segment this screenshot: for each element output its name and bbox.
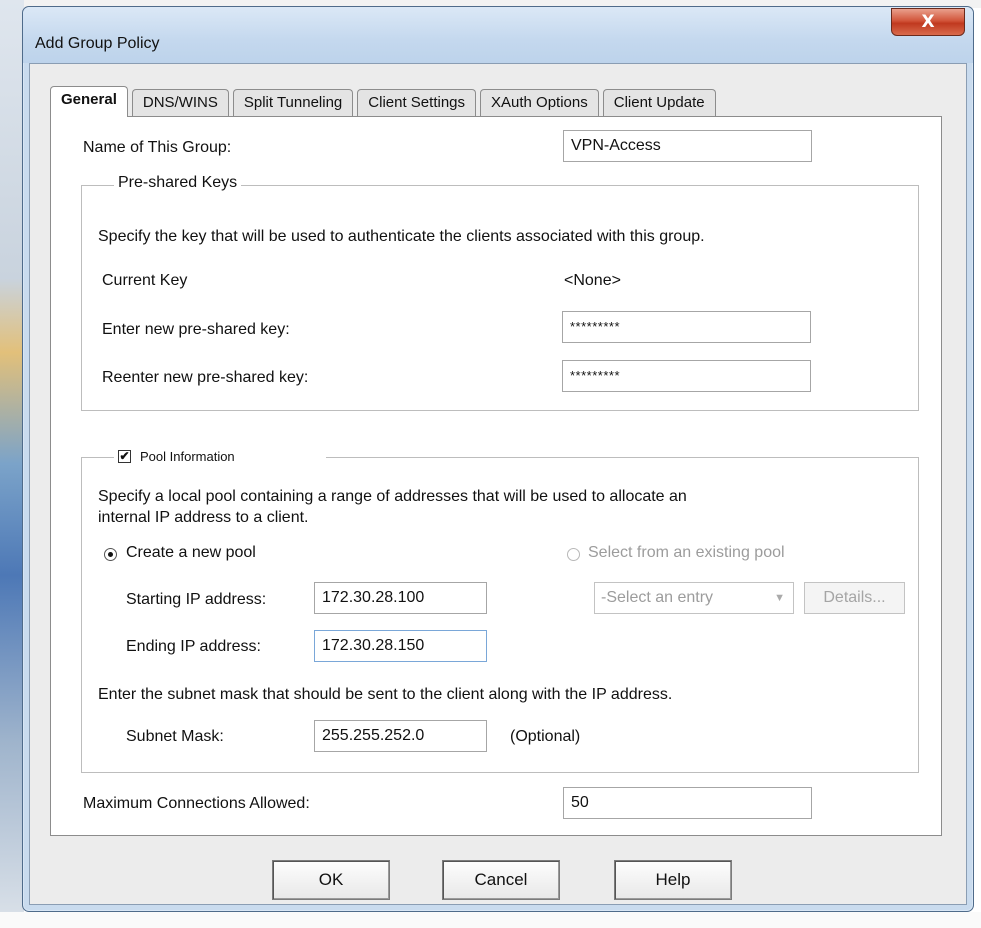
dialog-body: General DNS/WINS Split Tunneling Client …	[29, 63, 967, 905]
group-name-label: Name of This Group:	[83, 139, 232, 156]
starting-ip-input[interactable]: 172.30.28.100	[314, 582, 487, 614]
ending-ip-input[interactable]: 172.30.28.150	[314, 630, 487, 662]
pre-shared-keys-legend: Pre-shared Keys	[114, 174, 242, 192]
checkmark-icon: ✔	[119, 449, 130, 463]
max-connections-input[interactable]: 50	[563, 787, 812, 819]
tab-split-tunneling[interactable]: Split Tunneling	[232, 89, 354, 117]
add-group-policy-dialog: Add Group Policy X General DNS/WINS Spli…	[22, 6, 974, 912]
reenter-key-input[interactable]: *********	[562, 360, 811, 392]
tab-xauth-options[interactable]: XAuth Options	[480, 89, 599, 117]
current-key-label: Current Key	[102, 272, 188, 289]
close-icon: X	[921, 12, 935, 32]
subnet-description: Enter the subnet mask that should be sen…	[98, 686, 673, 703]
tab-dns-wins[interactable]: DNS/WINS	[131, 89, 229, 117]
new-key-input[interactable]: *********	[562, 311, 811, 343]
create-new-pool-radio[interactable]	[104, 548, 117, 561]
pre-shared-keys-group: Pre-shared Keys Specify the key that wil…	[81, 174, 919, 411]
create-new-pool-label[interactable]: Create a new pool	[126, 544, 256, 562]
select-pool-placeholder: -Select an entry	[601, 589, 714, 606]
details-button[interactable]: Details...	[804, 582, 905, 614]
pool-information-label: Pool Information	[140, 449, 235, 464]
general-tab-panel: Name of This Group: VPN-Access Pre-share…	[50, 116, 942, 836]
tab-bar: General DNS/WINS Split Tunneling Client …	[50, 86, 720, 117]
current-key-value: <None>	[564, 272, 621, 289]
window-title: Add Group Policy	[35, 35, 160, 52]
starting-ip-label: Starting IP address:	[126, 591, 267, 608]
pool-information-legend: ✔ Pool Information	[114, 447, 326, 469]
chevron-down-icon: ▼	[774, 592, 785, 604]
group-name-input[interactable]: VPN-Access	[563, 130, 812, 162]
select-existing-pool-radio[interactable]	[567, 548, 580, 561]
subnet-mask-label: Subnet Mask:	[126, 728, 224, 745]
help-button[interactable]: Help	[614, 860, 732, 900]
title-bar[interactable]: Add Group Policy X	[23, 7, 973, 63]
cancel-button[interactable]: Cancel	[442, 860, 560, 900]
pool-description-line2: internal IP address to a client.	[98, 509, 309, 526]
desktop-background	[0, 0, 24, 928]
pool-description-line1: Specify a local pool containing a range …	[98, 488, 687, 505]
tab-client-settings[interactable]: Client Settings	[357, 89, 476, 117]
select-existing-pool-label[interactable]: Select from an existing pool	[588, 544, 785, 562]
desktop-bottom-strip	[0, 912, 981, 928]
tab-client-update[interactable]: Client Update	[602, 89, 716, 117]
ok-button[interactable]: OK	[272, 860, 390, 900]
subnet-optional-note: (Optional)	[510, 728, 581, 745]
reenter-key-label: Reenter new pre-shared key:	[102, 369, 309, 386]
psk-description: Specify the key that will be used to aut…	[98, 228, 705, 245]
select-pool-dropdown[interactable]: -Select an entry ▼	[594, 582, 794, 614]
pool-information-checkbox[interactable]: ✔	[118, 450, 131, 463]
ending-ip-label: Ending IP address:	[126, 638, 261, 655]
subnet-mask-input[interactable]: 255.255.252.0	[314, 720, 487, 752]
tab-general[interactable]: General	[50, 86, 128, 117]
close-button[interactable]: X	[891, 8, 965, 36]
max-connections-label: Maximum Connections Allowed:	[83, 795, 310, 812]
pool-information-group: ✔ Pool Information Specify a local pool …	[81, 447, 919, 773]
new-key-label: Enter new pre-shared key:	[102, 321, 290, 338]
